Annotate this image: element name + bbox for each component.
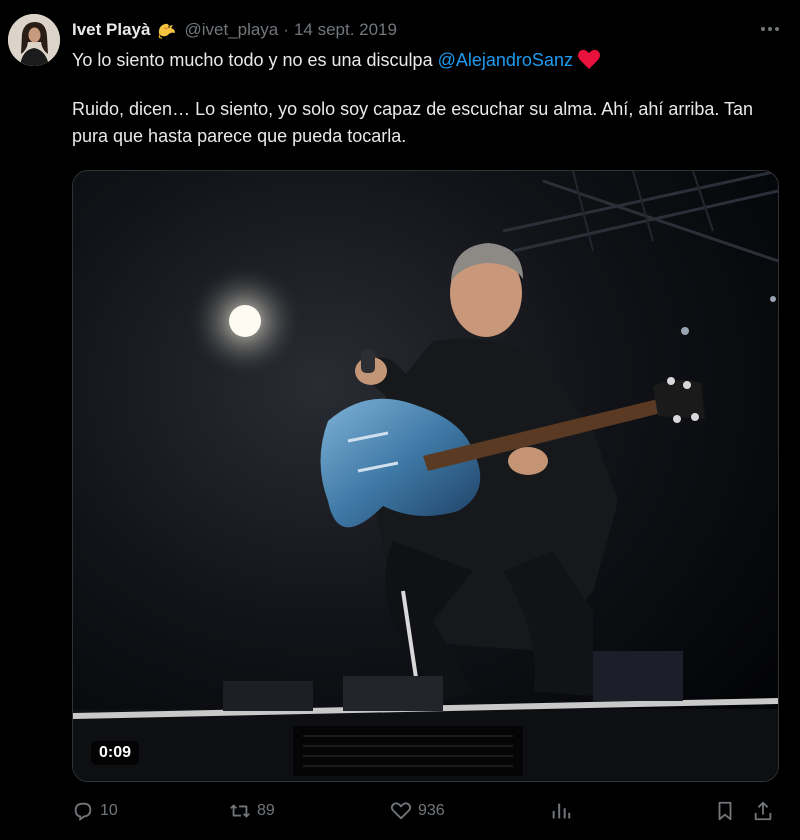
reply-button[interactable]: 10 [72, 796, 118, 826]
author-name[interactable]: Ivet Playà [72, 20, 150, 40]
repost-count: 89 [257, 802, 275, 819]
reply-count: 10 [100, 802, 118, 819]
share-button[interactable] [752, 796, 774, 826]
action-bar: 10 89 936 [72, 796, 784, 826]
video-frame-image [73, 171, 778, 781]
tweet-text: Yo lo siento mucho todo y no es una disc… [72, 47, 772, 150]
more-horizontal-icon [761, 27, 779, 31]
video-player[interactable]: 0:09 [72, 170, 779, 782]
view-stats-button[interactable] [550, 796, 572, 826]
bookmark-icon [718, 801, 732, 821]
tweet-line-1: Yo lo siento mucho todo y no es una disc… [72, 47, 772, 78]
more-options-button[interactable] [756, 18, 784, 40]
author-handle[interactable]: @ivet_playa [184, 20, 278, 40]
dragon-emoji-icon [156, 20, 178, 40]
red-heart-emoji-icon [577, 48, 601, 78]
tweet-line-2: Ruido, dicen… Lo siento, yo solo soy cap… [72, 99, 754, 146]
tweet-header: Ivet Playà @ivet_playa · 14 sept. 2019 [72, 18, 397, 42]
repost-button[interactable]: 89 [229, 796, 275, 826]
separator-dot: · [283, 20, 289, 39]
reply-icon [74, 802, 92, 822]
tweet-line-1-text: Yo lo siento mucho todo y no es una disc… [72, 50, 433, 70]
mention-link[interactable]: @AlejandroSanz [438, 50, 573, 70]
like-count: 936 [418, 802, 445, 819]
video-duration-badge: 0:09 [91, 741, 140, 765]
analytics-icon [552, 803, 571, 819]
like-button[interactable]: 936 [390, 796, 445, 826]
avatar[interactable] [8, 14, 60, 66]
share-icon [754, 801, 772, 821]
heart-icon [390, 802, 412, 820]
tweet: Ivet Playà @ivet_playa · 14 sept. 2019 Y… [0, 0, 800, 840]
tweet-date[interactable]: 14 sept. 2019 [294, 20, 397, 40]
repost-icon [230, 804, 250, 818]
bookmark-button[interactable] [714, 796, 736, 826]
